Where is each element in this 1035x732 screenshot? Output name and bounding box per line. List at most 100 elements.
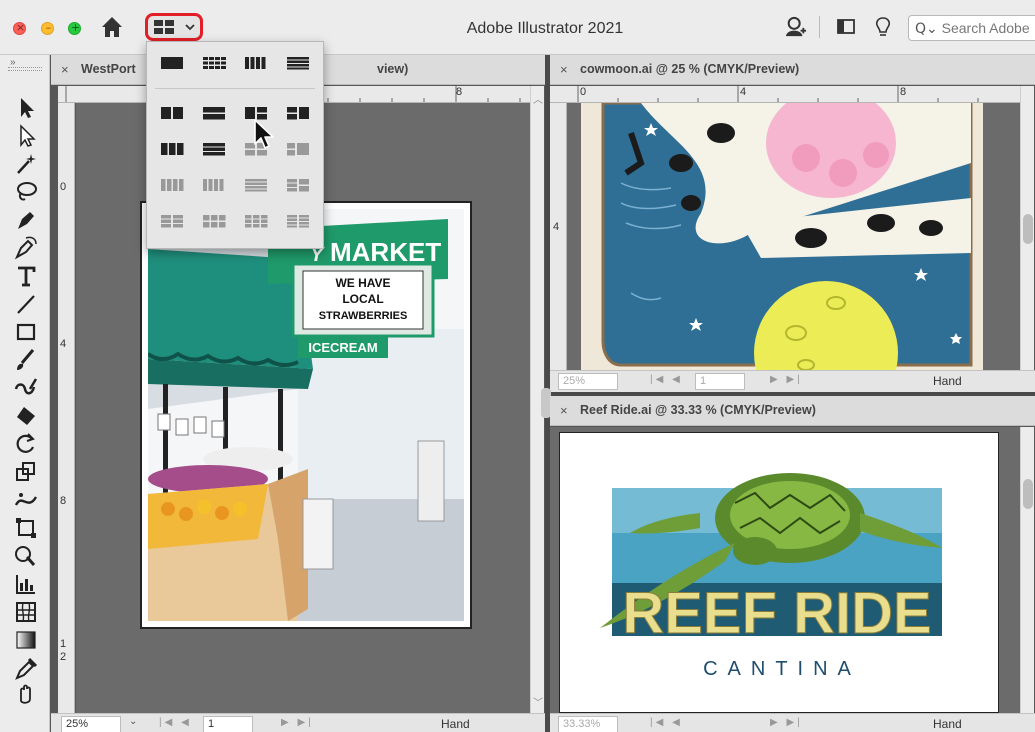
next-last-artboard-buttons[interactable]: ▶ ▶|	[770, 717, 803, 728]
search-input[interactable]: Q⌄ Search Adobe	[908, 15, 1035, 41]
hand-tool-icon[interactable]	[12, 681, 40, 707]
close-tab-icon[interactable]: ×	[560, 62, 568, 77]
eyedropper-tool-icon[interactable]	[12, 655, 40, 681]
2-up-vertical-icon[interactable]	[159, 104, 185, 122]
home-icon	[102, 17, 122, 37]
rectangle-tool-icon[interactable]	[12, 319, 40, 345]
gradient-tool-icon[interactable]	[12, 627, 40, 653]
rotate-tool-icon[interactable]	[12, 431, 40, 457]
chevron-down-icon	[185, 24, 195, 31]
artboard-cowmoon[interactable]	[581, 103, 983, 370]
mesh-tool-icon[interactable]	[12, 599, 40, 625]
tab-cowmoon[interactable]: × cowmoon.ai @ 25 % (CMYK/Preview)	[550, 55, 1035, 85]
ruler-label: 4	[740, 86, 747, 98]
zoom-field[interactable]: 33.33%	[558, 716, 618, 732]
zoom-window-button[interactable]: +	[68, 21, 81, 35]
close-icon: ×	[15, 21, 26, 34]
zoom-field[interactable]: 25%	[61, 716, 121, 732]
canvas-cowmoon[interactable]	[567, 103, 1020, 370]
panel-toggle-icon[interactable]	[836, 16, 856, 38]
line-segment-tool-icon[interactable]	[12, 291, 40, 317]
status-bar-reef-ride: 33.33% |◀ ◀ ▶ ▶| Hand	[550, 713, 1035, 732]
ruler-label: 8	[456, 86, 463, 98]
icecream-sign: ICECREAM	[308, 340, 377, 355]
4-up-vertical-alt-icon[interactable]	[201, 176, 227, 194]
tile-all-vertically-icon[interactable]	[243, 54, 269, 72]
selection-tool-icon[interactable]	[12, 95, 40, 121]
artboard-westport[interactable]: MARKET Y WE HAVE LOCAL STRAWBERRIES ICEC…	[140, 201, 472, 629]
ruler-label: 0	[60, 181, 67, 193]
next-last-artboard-buttons[interactable]: ▶ ▶|	[281, 717, 314, 728]
scroll-down-arrow[interactable]: ﹀	[533, 694, 543, 709]
board-line-2: LOCAL	[342, 292, 383, 306]
canvas-reef-ride[interactable]: REEF RIDE CANTINA	[550, 427, 1020, 713]
3-up-stacked-icon[interactable]	[285, 104, 311, 122]
type-tool-icon[interactable]	[12, 263, 40, 289]
reef-ride-illustration: REEF RIDE CANTINA	[600, 473, 942, 680]
vertical-ruler[interactable]: 0 4 8 1 2	[58, 103, 75, 713]
3-up-vertical-icon[interactable]	[159, 140, 185, 158]
width-tool-icon[interactable]	[12, 487, 40, 513]
paintbrush-tool-icon[interactable]	[12, 347, 40, 373]
shape-builder-tool-icon[interactable]	[12, 543, 40, 569]
scroll-thumb[interactable]	[1023, 214, 1033, 244]
first-prev-artboard-buttons[interactable]: |◀ ◀	[650, 374, 683, 385]
toolbar-grip[interactable]	[8, 67, 42, 71]
direct-selection-tool-icon[interactable]	[12, 123, 40, 149]
scale-tool-icon[interactable]	[12, 459, 40, 485]
fullscreen-icon: +	[70, 21, 81, 34]
vertical-scrollbar[interactable]	[1020, 86, 1034, 370]
4-up-alt-icon[interactable]	[285, 140, 311, 158]
shaper-tool-icon[interactable]	[12, 375, 40, 401]
eraser-tool-icon[interactable]	[12, 403, 40, 429]
minimize-window-button[interactable]: –	[41, 21, 54, 35]
tab-reef-ride[interactable]: × Reef Ride.ai @ 33.33 % (CMYK/Preview)	[550, 396, 1035, 426]
6-up-horizontal-icon[interactable]	[243, 212, 269, 230]
home-button[interactable]	[100, 15, 124, 39]
consolidate-all-icon[interactable]	[159, 54, 185, 72]
horizontal-ruler[interactable]: 0 4 8	[550, 86, 1020, 103]
ruler-label: 1	[60, 638, 67, 650]
artboard-reef-ride[interactable]: REEF RIDE CANTINA	[559, 432, 999, 713]
vertical-scrollbar[interactable]	[1020, 427, 1034, 713]
scroll-thumb[interactable]	[1023, 479, 1033, 509]
curvature-tool-icon[interactable]	[12, 235, 40, 261]
zoom-dropdown-icon[interactable]: ⌄	[129, 716, 137, 727]
tab-title: WestPort	[81, 62, 136, 76]
next-last-artboard-buttons[interactable]: ▶ ▶|	[770, 374, 803, 385]
6-up-vertical-icon[interactable]	[201, 212, 227, 230]
close-tab-icon[interactable]: ×	[61, 62, 69, 77]
ruler-label: 8	[900, 86, 907, 98]
tile-all-in-grid-icon[interactable]	[201, 54, 227, 72]
cowmoon-illustration	[581, 103, 983, 370]
illustrator-window: × – + Adobe Illustrator 2021 Q⌄ Search A…	[0, 0, 1035, 732]
arrange-documents-button[interactable]	[145, 13, 203, 41]
5-up-grid-icon[interactable]	[285, 176, 311, 194]
3-up-horizontal-icon[interactable]	[201, 140, 227, 158]
magic-wand-tool-icon[interactable]	[12, 151, 40, 177]
free-transform-tool-icon[interactable]	[12, 515, 40, 541]
board-line-3: STRAWBERRIES	[319, 310, 408, 322]
4-up-vertical-icon[interactable]	[159, 176, 185, 194]
pen-tool-icon[interactable]	[12, 207, 40, 233]
2-up-horizontal-icon[interactable]	[201, 104, 227, 122]
ruler-label: 4	[60, 338, 67, 350]
artboard-number-field[interactable]: 1	[695, 373, 745, 390]
close-window-button[interactable]: ×	[13, 21, 26, 35]
artboard-number-field[interactable]: 1	[203, 716, 253, 732]
current-tool-status: Hand	[933, 717, 962, 731]
vertical-ruler[interactable]: 4	[550, 103, 567, 370]
scroll-up-arrow[interactable]: ︿	[533, 91, 543, 106]
close-tab-icon[interactable]: ×	[560, 403, 568, 418]
tile-all-horizontally-icon[interactable]	[285, 54, 311, 72]
8-up-grid-icon[interactable]	[285, 212, 311, 230]
6-up-grid-icon[interactable]	[159, 212, 185, 230]
share-user-icon[interactable]	[783, 16, 809, 38]
zoom-field[interactable]: 25%	[558, 373, 618, 390]
graph-tool-icon[interactable]	[12, 571, 40, 597]
lightbulb-icon[interactable]	[874, 16, 892, 38]
4-up-horizontal-icon[interactable]	[243, 176, 269, 194]
first-prev-artboard-buttons[interactable]: |◀ ◀	[650, 717, 683, 728]
lasso-tool-icon[interactable]	[12, 179, 40, 205]
first-prev-artboard-buttons[interactable]: |◀ ◀	[159, 717, 192, 728]
